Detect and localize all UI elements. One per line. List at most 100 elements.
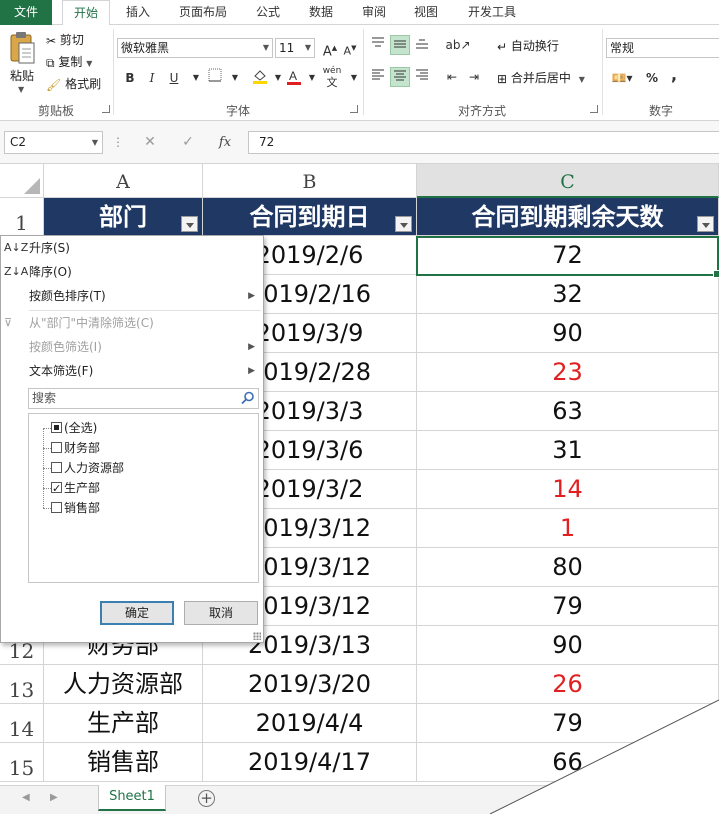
wrap-text-button[interactable]: ↵ 自动换行 [497, 36, 559, 56]
font-size-select[interactable]: 11 ▼ [275, 38, 315, 58]
filter-list-item[interactable]: 财务部 [51, 438, 100, 458]
paste-button[interactable]: 粘贴 ▼ [6, 29, 38, 95]
sort-by-color-item[interactable]: 按颜色排序(T) ▶ [1, 284, 263, 308]
table-cell-c[interactable]: 80 [417, 548, 719, 587]
font-color-button[interactable]: A [284, 68, 304, 88]
chevron-down-icon[interactable]: ▼ [225, 68, 245, 88]
align-middle-button[interactable] [390, 35, 410, 55]
filter-by-color-item[interactable]: 按颜色筛选(I) ▶ [1, 335, 263, 359]
scroll-left-icon[interactable]: ◀ [22, 792, 30, 803]
filter-list-item[interactable]: (全选) [51, 418, 97, 438]
column-header-c[interactable]: C [417, 164, 719, 198]
table-cell-b[interactable]: 2019/4/4 [203, 704, 417, 743]
font-name-select[interactable]: 微软雅黑 ▼ [117, 38, 273, 58]
italic-button[interactable]: I [142, 68, 162, 88]
cancel-entry-icon[interactable]: ✕ [138, 131, 162, 154]
table-cell-c[interactable]: 1 [417, 509, 719, 548]
tab-page-layout[interactable]: 页面布局 [172, 0, 234, 25]
table-cell-a[interactable]: 生产部 [44, 704, 203, 743]
table-cell-c[interactable]: 79 [417, 587, 719, 626]
insert-function-button[interactable]: fx [212, 131, 238, 154]
tab-insert[interactable]: 插入 [118, 0, 158, 25]
sort-descending-item[interactable]: Z↓A 降序(O) [1, 260, 263, 284]
filter-dropdown-button[interactable] [697, 216, 714, 232]
orientation-button[interactable]: ab↗ [444, 35, 472, 55]
decrease-indent-button[interactable]: ⇤ [442, 67, 462, 87]
checkbox[interactable] [51, 442, 62, 453]
row-header[interactable]: 1 [0, 198, 44, 236]
column-header-a[interactable]: A [44, 164, 203, 198]
filter-dropdown-button[interactable] [395, 216, 412, 232]
filter-list-item[interactable]: 销售部 [51, 498, 100, 518]
row-header[interactable]: 13 [0, 665, 44, 704]
filter-list-item[interactable]: 人力资源部 [51, 458, 124, 478]
align-top-button[interactable] [368, 35, 388, 55]
checkbox[interactable] [51, 462, 62, 473]
column-header-b[interactable]: B [203, 164, 417, 198]
tab-data[interactable]: 数据 [301, 0, 341, 25]
align-bottom-button[interactable] [412, 35, 432, 55]
bold-button[interactable]: B [120, 68, 140, 88]
confirm-entry-icon[interactable]: ✓ [176, 131, 200, 154]
font-launcher-icon[interactable] [350, 105, 358, 113]
row-header[interactable]: 15 [0, 743, 44, 782]
phonetic-button[interactable]: wén 文 [322, 66, 342, 88]
formula-bar-grip-icon[interactable]: ⋮ [112, 131, 124, 154]
accounting-format-button[interactable]: 💴▾ [608, 68, 636, 88]
table-cell-c[interactable]: 66 [417, 743, 719, 782]
select-all-button[interactable] [0, 164, 44, 198]
formula-input[interactable]: 72 [248, 131, 719, 154]
alignment-launcher-icon[interactable] [590, 105, 598, 113]
merge-center-button[interactable]: ⊞ 合并后居中 ▼ [497, 68, 585, 88]
filter-search-input[interactable]: 搜索 [28, 388, 259, 409]
header-cell-c[interactable]: 合同到期剩余天数 [417, 198, 719, 236]
number-format-select[interactable]: 常规 [606, 38, 719, 58]
tab-review[interactable]: 审阅 [354, 0, 394, 25]
borders-button[interactable] [205, 68, 225, 88]
format-painter-button[interactable]: 🖌 格式刷 [46, 74, 101, 94]
table-cell-b[interactable]: 2019/4/17 [203, 743, 417, 782]
ok-button[interactable]: 确定 [100, 601, 174, 625]
increase-font-size-button[interactable]: A▲ [320, 38, 340, 59]
filter-value-list[interactable]: (全选) 财务部人力资源部生产部销售部 [28, 413, 259, 583]
table-cell-c[interactable]: 90 [417, 314, 719, 353]
tab-view[interactable]: 视图 [406, 0, 446, 25]
underline-button[interactable]: U [164, 68, 184, 88]
table-cell-c[interactable]: 26 [417, 665, 719, 704]
percent-button[interactable]: % [642, 68, 662, 88]
row-header[interactable]: 14 [0, 704, 44, 743]
chevron-down-icon[interactable]: ▼ [344, 68, 364, 88]
fill-color-button[interactable] [250, 68, 270, 88]
comma-button[interactable]: , [664, 65, 684, 85]
filter-dropdown-button[interactable] [181, 216, 198, 232]
checkbox[interactable] [51, 422, 62, 433]
increase-indent-button[interactable]: ⇥ [464, 67, 484, 87]
table-cell-a[interactable]: 人力资源部 [44, 665, 203, 704]
header-cell-b[interactable]: 合同到期日 [203, 198, 417, 236]
table-cell-c[interactable]: 63 [417, 392, 719, 431]
header-cell-a[interactable]: 部门 [44, 198, 203, 236]
tab-home[interactable]: 开始 [62, 0, 110, 26]
table-cell-c[interactable]: 72 [417, 236, 719, 275]
sheet-tab-sheet1[interactable]: Sheet1 [98, 785, 166, 811]
scroll-right-icon[interactable]: ▶ [50, 792, 58, 803]
table-cell-a[interactable]: 销售部 [44, 743, 203, 782]
table-cell-c[interactable]: 14 [417, 470, 719, 509]
resize-grip-icon[interactable] [253, 632, 261, 640]
align-center-button[interactable] [390, 67, 410, 87]
table-cell-c[interactable]: 90 [417, 626, 719, 665]
cut-button[interactable]: ✂ 剪切 [46, 30, 84, 50]
tab-formulas[interactable]: 公式 [248, 0, 288, 25]
clear-filter-item[interactable]: ⊽ 从"部门"中清除筛选(C) [1, 311, 263, 335]
table-cell-c[interactable]: 31 [417, 431, 719, 470]
underline-dropdown-icon[interactable]: ▼ [186, 68, 206, 88]
copy-button[interactable]: ⧉ 复制 ▼ [46, 52, 92, 72]
cancel-button[interactable]: 取消 [184, 601, 258, 625]
name-box[interactable]: C2 ▼ [4, 131, 103, 154]
chevron-down-icon[interactable]: ▼ [302, 68, 322, 88]
text-filters-item[interactable]: 文本筛选(F) ▶ [1, 359, 263, 383]
filter-list-item[interactable]: 生产部 [51, 478, 100, 499]
sort-ascending-item[interactable]: A↓Z 升序(S) [1, 236, 263, 260]
checkbox[interactable] [51, 502, 62, 513]
checkbox[interactable] [51, 479, 62, 499]
